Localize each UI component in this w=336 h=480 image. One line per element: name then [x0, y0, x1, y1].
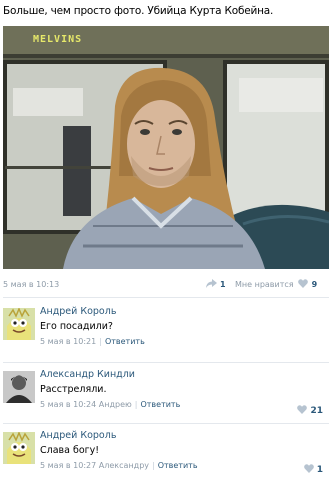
comment-text: Его посадили? [40, 321, 113, 332]
reply-to[interactable]: Андрею [99, 400, 132, 409]
bus-sign: MELVINS [33, 34, 83, 45]
comment-text: Расстреляли. [40, 384, 107, 395]
comment-author[interactable]: Андрей Король [40, 306, 329, 318]
like-label: Мне нравится [235, 280, 294, 289]
share-count: 1 [220, 280, 226, 289]
avatar[interactable] [3, 308, 35, 340]
comment-like-button[interactable]: 21 [297, 405, 323, 417]
comment-time[interactable]: 5 мая в 10:21 [40, 337, 96, 346]
comment-author[interactable]: Андрей Король [40, 430, 329, 442]
divider [3, 423, 329, 424]
comment-time[interactable]: 5 мая в 10:24 [40, 400, 96, 409]
like-button[interactable]: Мне нравится 9 [235, 279, 317, 290]
post-photo[interactable]: MELVINS [3, 26, 329, 269]
comment-item: Александр Киндли Расстреляли. 5 мая в 10… [3, 369, 329, 417]
avatar[interactable] [3, 432, 35, 464]
comment-time[interactable]: 5 мая в 10:27 [40, 461, 96, 470]
comment-like-count: 1 [316, 465, 323, 475]
comment-like-count: 21 [310, 406, 323, 416]
divider [3, 362, 329, 363]
divider [3, 297, 329, 298]
post-title: Больше, чем просто фото. Убийца Курта Ко… [3, 5, 274, 17]
reply-to[interactable]: Александру [99, 461, 149, 470]
heart-icon [297, 279, 308, 290]
reply-button[interactable]: Ответить [158, 461, 198, 470]
avatar[interactable] [3, 371, 35, 403]
comment-footer: 5 мая в 10:24 Андрею | Ответить [40, 400, 181, 409]
heart-icon [297, 405, 308, 417]
photo-illustration [3, 26, 329, 269]
heart-icon [303, 464, 314, 476]
comment-like-button[interactable]: 1 [303, 464, 323, 476]
comment-text: Слава богу! [40, 445, 100, 456]
reply-button[interactable]: Ответить [105, 337, 145, 346]
comment-item: Андрей Король Его посадили? 5 мая в 10:2… [3, 306, 329, 358]
post-time[interactable]: 5 мая в 10:13 [3, 280, 59, 289]
reply-button[interactable]: Ответить [140, 400, 180, 409]
like-count: 9 [311, 280, 318, 289]
share-button[interactable]: 1 [206, 279, 226, 290]
comment-author[interactable]: Александр Киндли [40, 369, 329, 381]
post-meta: 5 мая в 10:13 1 Мне нравится 9 [3, 278, 329, 292]
comment-footer: 5 мая в 10:21 | Ответить [40, 337, 145, 346]
comment-footer: 5 мая в 10:27 Александру | Ответить [40, 461, 198, 470]
comment-item: Андрей Король Слава богу! 5 мая в 10:27 … [3, 430, 329, 476]
share-icon [206, 279, 217, 290]
